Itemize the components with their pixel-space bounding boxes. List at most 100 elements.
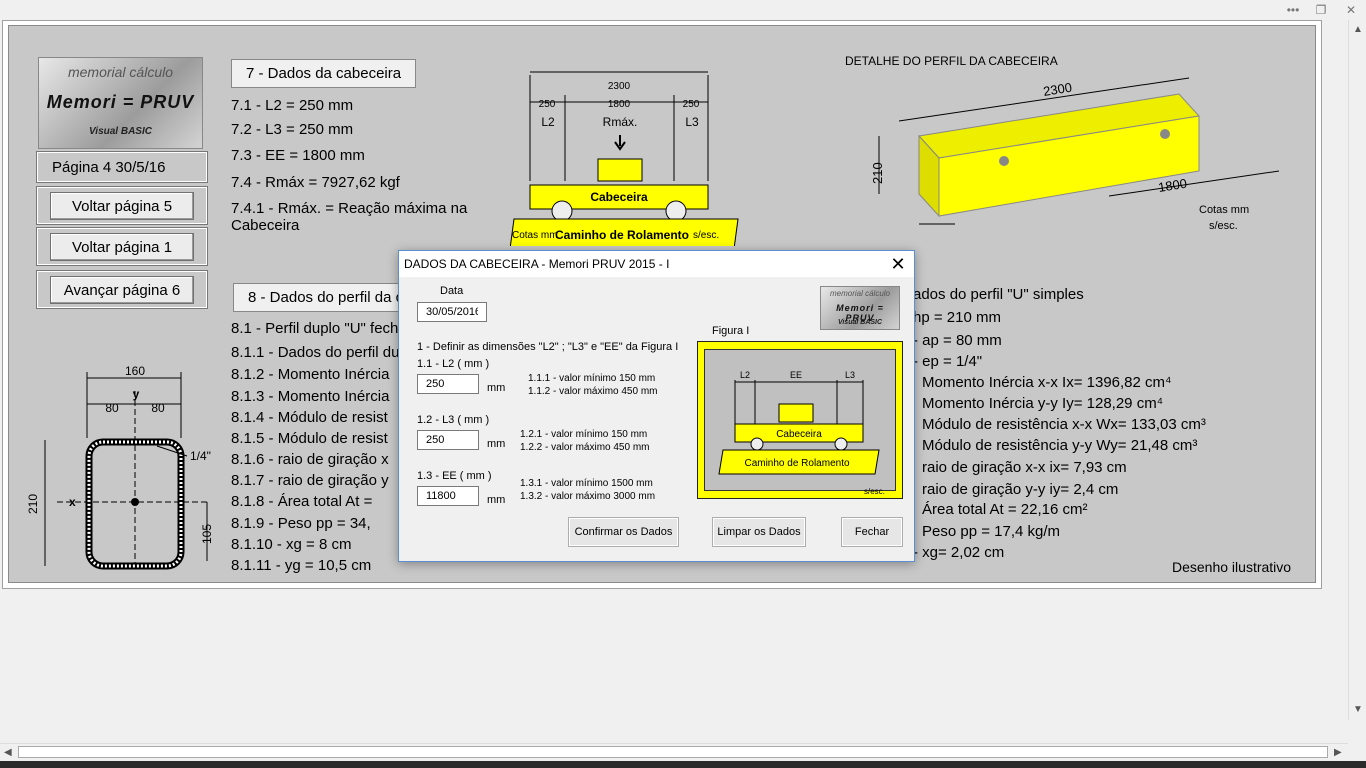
next-page-6-button[interactable]: Avançar página 6 bbox=[50, 276, 194, 304]
s8-item-11: 8.1.10 - xg = 8 cm bbox=[231, 536, 352, 553]
s7-item-6: Cabeceira bbox=[231, 217, 300, 234]
scroll-right-icon[interactable]: ▶ bbox=[1334, 747, 1342, 758]
logo-line-3: Visual BASIC bbox=[89, 126, 152, 137]
l2-max: 1.1.2 - valor máximo 450 mm bbox=[528, 386, 658, 397]
s8-item-10: 8.1.9 - Peso pp = 34, bbox=[231, 515, 371, 532]
xs-half-r: 80 bbox=[151, 401, 165, 415]
fig-sesc: s/esc. bbox=[864, 487, 885, 496]
dados-cabeceira-dialog: DADOS DA CABECEIRA - Memori PRUV 2015 - … bbox=[398, 250, 915, 562]
ee-max: 1.3.2 - valor máximo 3000 mm bbox=[520, 491, 656, 502]
l2-min: 1.1.1 - valor mínimo 150 mm bbox=[528, 373, 656, 384]
xs-x: x bbox=[69, 495, 76, 509]
back-page-5-button[interactable]: Voltar página 5 bbox=[50, 192, 194, 220]
d1-l3: L3 bbox=[685, 115, 699, 129]
dialog-title: DADOS DA CABECEIRA - Memori PRUV 2015 - … bbox=[399, 251, 914, 277]
u-item-11: Área total At = 22,16 cm² bbox=[922, 501, 1088, 518]
bottom-bar bbox=[0, 761, 1366, 768]
detail-sesc: s/esc. bbox=[1209, 220, 1238, 232]
s7-item-1: 7.1 - L2 = 250 mm bbox=[231, 97, 354, 114]
scroll-left-icon[interactable]: ◀ bbox=[4, 747, 12, 758]
xs-y: y bbox=[133, 387, 140, 401]
s8-item-4: 8.1.3 - Momento Inércia bbox=[231, 388, 390, 405]
close-window-icon[interactable]: ✕ bbox=[1340, 2, 1362, 18]
figure-label: Figura I bbox=[712, 325, 750, 337]
s7-item-2: 7.2 - L3 = 250 mm bbox=[231, 121, 354, 138]
s7-item-4: 7.4 - Rmáx = 7927,62 kgf bbox=[231, 174, 400, 191]
d1-right: 250 bbox=[683, 99, 700, 110]
instruction-text: 1 - Definir as dimensões "L2" ; "L3" e "… bbox=[417, 341, 679, 353]
confirm-data-button[interactable]: Confirmar os Dados bbox=[568, 517, 679, 547]
s8-item-9: 8.1.8 - Área total At = bbox=[231, 493, 373, 510]
d1-rmax: Rmáx. bbox=[603, 115, 638, 129]
detail-cotas: Cotas mm bbox=[1199, 204, 1250, 216]
cross-section-drawing: 160 y 80 80 x 210 105 1/4" bbox=[26, 364, 214, 570]
detail-title: DETALHE DO PERFIL DA CABECEIRA bbox=[845, 54, 1058, 68]
d1-left: 250 bbox=[539, 99, 556, 110]
l3-unit: mm bbox=[487, 438, 506, 450]
ee-input[interactable] bbox=[417, 486, 479, 506]
s8-item-12: 8.1.11 - yg = 10,5 cm bbox=[231, 557, 372, 574]
u-item-12: Peso pp = 17,4 kg/m bbox=[922, 523, 1061, 540]
s7-item-5: 7.4.1 - Rmáx. = Reação máxima na bbox=[231, 200, 468, 217]
d1-sesc: s/esc. bbox=[693, 230, 720, 241]
dialog-logo-line-3: Visual BASIC bbox=[837, 319, 883, 326]
xs-h: 210 bbox=[26, 494, 40, 514]
next6-frame: Avançar página 6 bbox=[36, 270, 208, 309]
detail-h: 210 bbox=[870, 162, 885, 184]
illustrative-note: Desenho ilustrativo bbox=[1172, 559, 1292, 575]
detail-w: 160 bbox=[935, 225, 955, 226]
figure-i-drawing: L2 EE L3 Cabeceira Caminho de Rolamento bbox=[718, 370, 880, 475]
scroll-up-icon[interactable]: ▲ bbox=[1353, 24, 1363, 35]
u-item-13: - xg= 2,02 cm bbox=[913, 544, 1005, 561]
s8-item-2: 8.1.1 - Dados do perfil du bbox=[231, 344, 400, 361]
xs-half-l: 80 bbox=[105, 401, 119, 415]
page-info-frame: Página 4 30/5/16 bbox=[36, 151, 208, 183]
vertical-scrollbar[interactable]: ▲ ▼ bbox=[1348, 20, 1366, 720]
u-item-4: - ep = 1/4" bbox=[913, 353, 983, 370]
scroll-down-icon[interactable]: ▼ bbox=[1353, 704, 1363, 715]
l2-input[interactable] bbox=[417, 374, 479, 394]
horizontal-scroll-thumb[interactable] bbox=[18, 746, 1328, 758]
date-label: Data bbox=[440, 285, 464, 297]
l3-input[interactable] bbox=[417, 430, 479, 450]
xs-w: 160 bbox=[125, 364, 145, 378]
u-item-8: Módulo de resistência y-y Wy= 21,48 cm³ bbox=[922, 437, 1198, 454]
d1-cotas: Cotas mm bbox=[512, 230, 558, 241]
u-item-1: ados do perfil "U" simples bbox=[913, 286, 1084, 303]
l3-label: 1.2 - L3 ( mm ) bbox=[417, 414, 490, 426]
dialog-close-icon[interactable]: ✕ bbox=[887, 253, 909, 275]
memori-pruv-logo: memorial cálculo Memori = PRUV Visual BA… bbox=[38, 57, 203, 149]
cabeceira-diagram: 2300 250 1800 250 L2 Rmáx. L3 Cabeceira … bbox=[509, 71, 739, 246]
fig-caminho: Caminho de Rolamento bbox=[744, 458, 849, 469]
s7-item-3: 7.3 - EE = 1800 mm bbox=[231, 147, 365, 164]
fig-l2: L2 bbox=[740, 370, 750, 380]
fig-cabeceira: Cabeceira bbox=[776, 429, 822, 440]
figure-i: L2 EE L3 Cabeceira Caminho de Rolamento … bbox=[697, 341, 903, 499]
figure-i-canvas: L2 EE L3 Cabeceira Caminho de Rolamento bbox=[704, 349, 896, 491]
u-item-5: Momento Inércia x-x Ix= 1396,82 cm⁴ bbox=[922, 374, 1172, 391]
clear-data-button[interactable]: Limpar os Dados bbox=[712, 517, 806, 547]
l3-min: 1.2.1 - valor mínimo 150 mm bbox=[520, 429, 648, 440]
section-7-title: 7 - Dados da cabeceira bbox=[231, 59, 416, 88]
l3-max: 1.2.2 - valor máximo 450 mm bbox=[520, 442, 650, 453]
s8-item-3: 8.1.2 - Momento Inércia bbox=[231, 366, 390, 383]
s8-item-1: 8.1 - Perfil duplo "U" fecha bbox=[231, 320, 407, 337]
dialog-logo: memorial cálculo Memori = PRUV Visual BA… bbox=[820, 286, 900, 330]
xs-t: 1/4" bbox=[190, 449, 211, 463]
s8-item-6: 8.1.5 - Módulo de resist bbox=[231, 430, 388, 447]
date-field[interactable] bbox=[417, 302, 487, 322]
s8-item-7: 8.1.6 - raio de giração x bbox=[231, 451, 389, 468]
back-page-1-button[interactable]: Voltar página 1 bbox=[50, 233, 194, 261]
page-info: Página 4 30/5/16 bbox=[52, 159, 166, 176]
close-dialog-button[interactable]: Fechar bbox=[841, 517, 903, 547]
logo-line-2: Memori = PRUV bbox=[46, 92, 195, 112]
fig-ee: EE bbox=[790, 370, 802, 380]
back1-frame: Voltar página 1 bbox=[36, 227, 208, 266]
restore-icon[interactable]: ❐ bbox=[1310, 2, 1332, 18]
u-item-10: raio de giração y-y iy= 2,4 cm bbox=[922, 481, 1119, 498]
detail-span: 1800 bbox=[1157, 176, 1188, 195]
u-item-9: raio de giração x-x ix= 7,93 cm bbox=[922, 459, 1127, 476]
more-options-icon[interactable]: ••• bbox=[1282, 2, 1304, 18]
u-item-6: Momento Inércia y-y Iy= 128,29 cm⁴ bbox=[922, 395, 1164, 412]
fig-l3: L3 bbox=[845, 370, 855, 380]
